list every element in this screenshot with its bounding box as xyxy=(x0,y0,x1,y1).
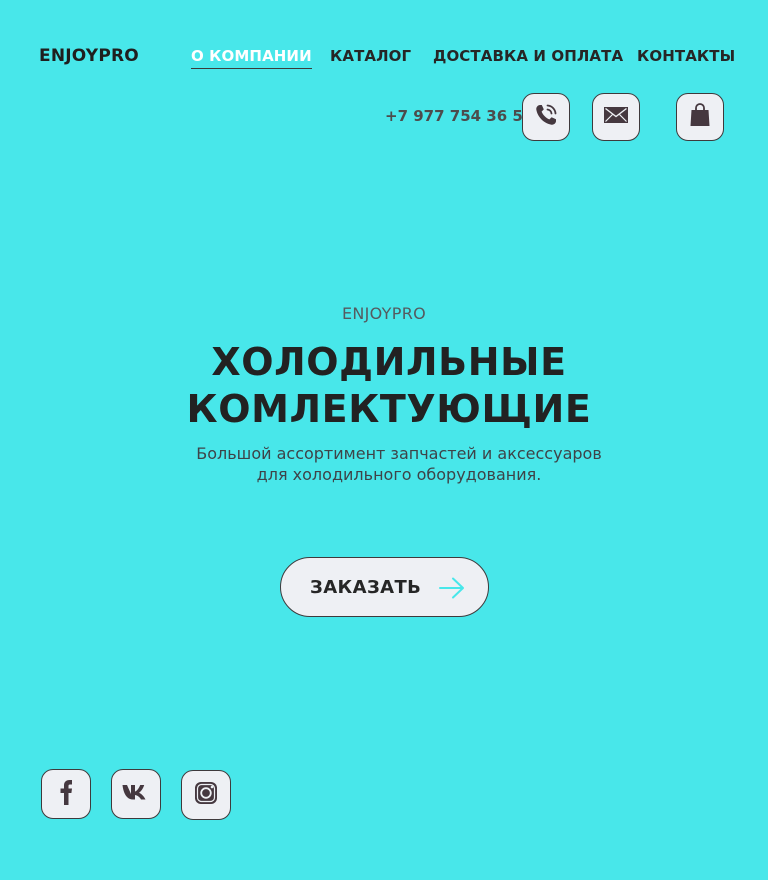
shopping-bag-icon xyxy=(688,101,712,133)
nav-item-catalog[interactable]: КАТАЛОГ xyxy=(330,47,411,65)
hero-title: ХОЛОДИЛЬНЫЕ КОМЛЕКТУЮЩИЕ xyxy=(0,339,768,433)
phone-button[interactable] xyxy=(522,93,570,141)
hero-title-line-2: КОМЛЕКТУЮЩИЕ xyxy=(186,387,592,431)
phone-icon xyxy=(531,100,561,134)
arrow-right-icon xyxy=(438,576,466,604)
order-button[interactable]: ЗАКАЗАТЬ xyxy=(280,557,489,617)
nav-item-delivery[interactable]: ДОСТАВКА И ОПЛАТА xyxy=(433,47,623,65)
nav-item-about[interactable]: О КОМПАНИИ xyxy=(191,47,312,69)
mail-icon xyxy=(602,104,630,130)
instagram-button[interactable] xyxy=(181,770,231,820)
main-nav: О КОМПАНИИ КАТАЛОГ ДОСТАВКА И ОПЛАТА КОН… xyxy=(0,47,768,71)
phone-number[interactable]: +7 977 754 36 51 xyxy=(385,107,533,125)
hero-subtitle: Большой ассортимент запчастей и аксессуа… xyxy=(0,443,768,485)
hero-title-line-1: ХОЛОДИЛЬНЫЕ xyxy=(211,340,567,384)
hero-brand: ENJOYPRO xyxy=(341,304,427,323)
nav-item-contacts[interactable]: КОНТАКТЫ xyxy=(637,47,735,65)
instagram-icon xyxy=(193,780,219,810)
hero-subtitle-line-1: Большой ассортимент запчастей и аксессуа… xyxy=(196,444,602,463)
vk-button[interactable] xyxy=(111,769,161,819)
order-button-label: ЗАКАЗАТЬ xyxy=(310,577,422,598)
mail-button[interactable] xyxy=(592,93,640,141)
hero-subtitle-line-2: для холодильного оборудования. xyxy=(256,465,542,484)
cart-button[interactable] xyxy=(676,93,724,141)
facebook-icon xyxy=(53,777,79,811)
facebook-button[interactable] xyxy=(41,769,91,819)
vk-icon xyxy=(121,782,151,806)
